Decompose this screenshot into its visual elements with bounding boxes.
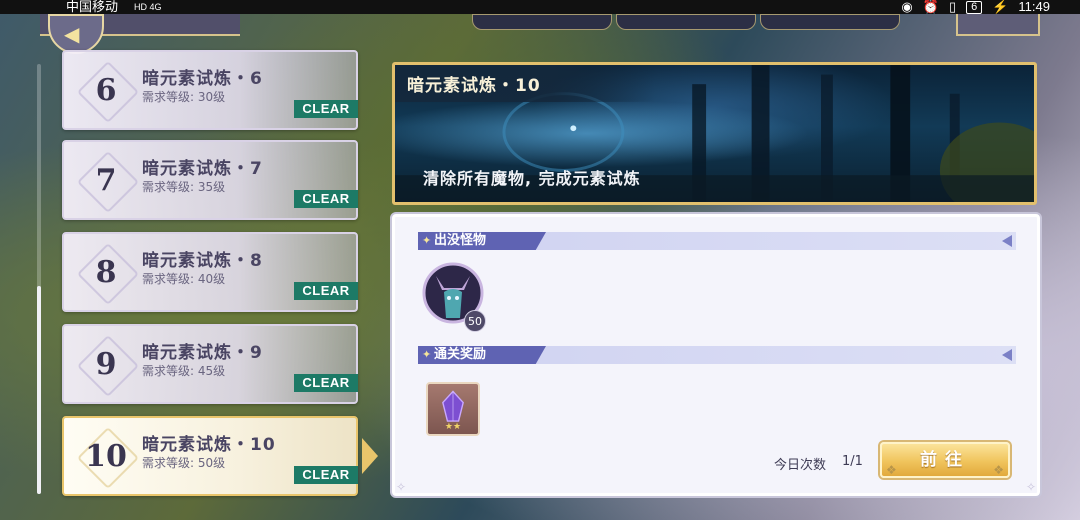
stage-requirement: 需求等级: 50级 — [142, 456, 226, 470]
stage-detail-panel: ✦ 出没怪物 50 ✦ 通关奖励 ★★ 今日次数 1/1 ❖ 前往 ❖ ✧ ✧ — [390, 212, 1042, 498]
back-button[interactable]: ◀ — [48, 14, 104, 54]
stage-number-emblem: 6 — [76, 60, 136, 120]
stage-number-emblem: 9 — [76, 334, 136, 394]
rewards-section-label: 通关奖励 — [434, 347, 487, 362]
stage-title: 暗元素试炼・9 — [142, 343, 263, 363]
charging-icon: ⚡ — [992, 0, 1009, 14]
clear-badge: CLEAR — [294, 190, 358, 208]
corner-ornament-icon: ✧ — [1025, 480, 1036, 494]
stage-card-9[interactable]: 9 暗元素试炼・9 需求等级: 45级 CLEAR — [62, 324, 358, 404]
resource-pill[interactable] — [472, 14, 612, 30]
go-button[interactable]: ❖ 前往 ❖ — [880, 442, 1010, 478]
clock-time: 11:49 — [1018, 0, 1050, 14]
sparkle-icon: ✦ — [422, 234, 432, 247]
rewards-section-header: ✦ 通关奖励 — [418, 346, 1016, 364]
clear-badge: CLEAR — [294, 466, 358, 484]
battery-icon: 6 — [966, 0, 983, 14]
stage-title: 暗元素试炼・10 — [142, 435, 276, 455]
reward-item-crystal[interactable]: ★★ — [426, 382, 480, 436]
stage-title: 暗元素试炼・6 — [142, 69, 263, 89]
top-bar: ◀ — [0, 14, 1080, 54]
alarm-icon: ⏰ — [922, 0, 939, 14]
resource-pill[interactable] — [616, 14, 756, 30]
chevron-left-icon: ◀ — [64, 22, 80, 46]
stage-requirement: 需求等级: 30级 — [142, 90, 226, 104]
monster-level-badge: 50 — [464, 310, 486, 332]
stage-title: 暗元素试炼・8 — [142, 251, 263, 271]
clear-badge: CLEAR — [294, 282, 358, 300]
ornament-icon: ❖ — [886, 463, 897, 477]
monsters-section-label: 出没怪物 — [434, 233, 487, 248]
menu-button[interactable] — [956, 14, 1040, 36]
stage-card-8[interactable]: 8 暗元素试炼・8 需求等级: 40级 CLEAR — [62, 232, 358, 312]
vibrate-icon: ▯ — [948, 0, 957, 14]
banner-description: 清除所有魔物, 完成元素试炼 — [423, 169, 641, 188]
selected-pointer-icon — [362, 438, 378, 474]
stage-banner: 暗元素试炼・10 清除所有魔物, 完成元素试炼 — [392, 62, 1037, 205]
clear-badge: CLEAR — [294, 374, 358, 392]
stage-requirement: 需求等级: 35级 — [142, 180, 226, 194]
section-end-icon — [1002, 235, 1012, 247]
section-end-icon — [1002, 349, 1012, 361]
corner-ornament-icon: ✧ — [396, 480, 407, 494]
scrollbar-thumb[interactable] — [37, 286, 41, 494]
stage-card-10[interactable]: 10 暗元素试炼・10 需求等级: 50级 CLEAR — [62, 416, 358, 496]
daily-attempts-label: 今日次数 — [774, 458, 827, 473]
banner-title: 暗元素试炼・10 — [395, 65, 655, 102]
stage-card-7[interactable]: 7 暗元素试炼・7 需求等级: 35级 CLEAR — [62, 140, 358, 220]
eye-icon: ◉ — [901, 0, 913, 14]
monsters-section-header: ✦ 出没怪物 — [418, 232, 1016, 250]
stage-requirement: 需求等级: 40级 — [142, 272, 226, 286]
carrier-label: 中国移动 — [66, 0, 119, 14]
stage-number-emblem: 7 — [76, 150, 136, 210]
status-bar: 中国移动 HD 4G ◉ ⏰ ▯ 6 ⚡ 11:49 — [0, 0, 1080, 14]
go-button-label: 前往 — [920, 450, 970, 470]
network-icon: HD 4G — [134, 2, 162, 12]
daily-attempts-value: 1/1 — [842, 454, 863, 469]
stage-card-6[interactable]: 6 暗元素试炼・6 需求等级: 30级 CLEAR — [62, 50, 358, 130]
ornament-icon: ❖ — [993, 463, 1004, 477]
sparkle-icon: ✦ — [422, 348, 432, 361]
clear-badge: CLEAR — [294, 100, 358, 118]
reward-stars: ★★ — [444, 422, 462, 432]
stage-requirement: 需求等级: 45级 — [142, 364, 226, 378]
resource-pill[interactable] — [760, 14, 900, 30]
stage-number-emblem: 10 — [76, 426, 136, 486]
stage-title: 暗元素试炼・7 — [142, 159, 263, 179]
stage-number-emblem: 8 — [76, 242, 136, 302]
